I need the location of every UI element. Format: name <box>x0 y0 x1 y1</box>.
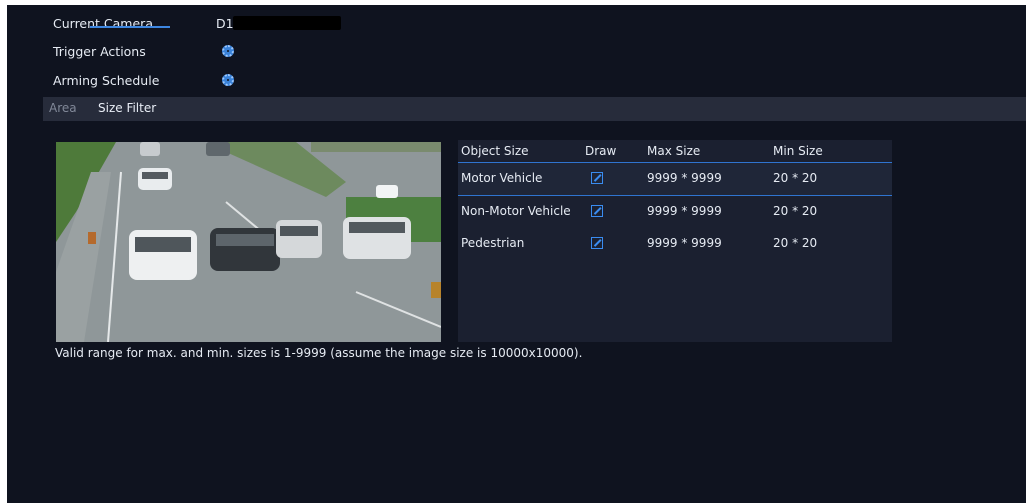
header-object-size: Object Size <box>461 144 529 158</box>
active-tab-indicator <box>90 26 170 28</box>
header-max-size: Max Size <box>647 144 701 158</box>
table-row[interactable]: Pedestrian 9999 * 9999 20 * 20 <box>458 228 892 260</box>
redacted-camera-name <box>233 16 341 30</box>
max-size-value[interactable]: 9999 * 9999 <box>647 171 722 185</box>
gear-icon[interactable] <box>222 45 234 57</box>
camera-preview[interactable] <box>56 142 441 342</box>
max-size-value[interactable]: 9999 * 9999 <box>647 204 722 218</box>
min-size-value[interactable]: 20 * 20 <box>773 204 817 218</box>
edit-icon[interactable] <box>591 172 603 184</box>
arming-schedule-label: Arming Schedule <box>53 73 160 88</box>
trigger-actions-label: Trigger Actions <box>53 44 146 59</box>
max-size-value[interactable]: 9999 * 9999 <box>647 236 722 250</box>
object-name: Motor Vehicle <box>461 171 543 185</box>
edit-icon[interactable] <box>591 205 603 217</box>
min-size-value[interactable]: 20 * 20 <box>773 171 817 185</box>
edit-icon[interactable] <box>591 237 603 249</box>
current-camera-label: Current Camera <box>53 16 153 31</box>
header-draw: Draw <box>585 144 617 158</box>
gear-icon[interactable] <box>222 74 234 86</box>
settings-panel: Current Camera D1 Trigger Actions Arming… <box>7 5 1026 503</box>
object-name: Non-Motor Vehicle <box>461 204 571 218</box>
table-row[interactable]: Motor Vehicle 9999 * 9999 20 * 20 <box>458 163 892 196</box>
table-row[interactable]: Non-Motor Vehicle 9999 * 9999 20 * 20 <box>458 196 892 228</box>
current-camera-value[interactable]: D1 <box>216 16 234 31</box>
object-name: Pedestrian <box>461 236 525 250</box>
object-size-table: Object Size Draw Max Size Min Size Motor… <box>458 140 892 342</box>
header-min-size: Min Size <box>773 144 823 158</box>
tab-size-filter[interactable]: Size Filter <box>98 101 156 115</box>
tab-bar: Area Size Filter <box>43 97 1026 121</box>
size-range-note: Valid range for max. and min. sizes is 1… <box>55 346 583 360</box>
table-header: Object Size Draw Max Size Min Size <box>458 140 892 163</box>
tab-area[interactable]: Area <box>49 101 77 115</box>
min-size-value[interactable]: 20 * 20 <box>773 236 817 250</box>
